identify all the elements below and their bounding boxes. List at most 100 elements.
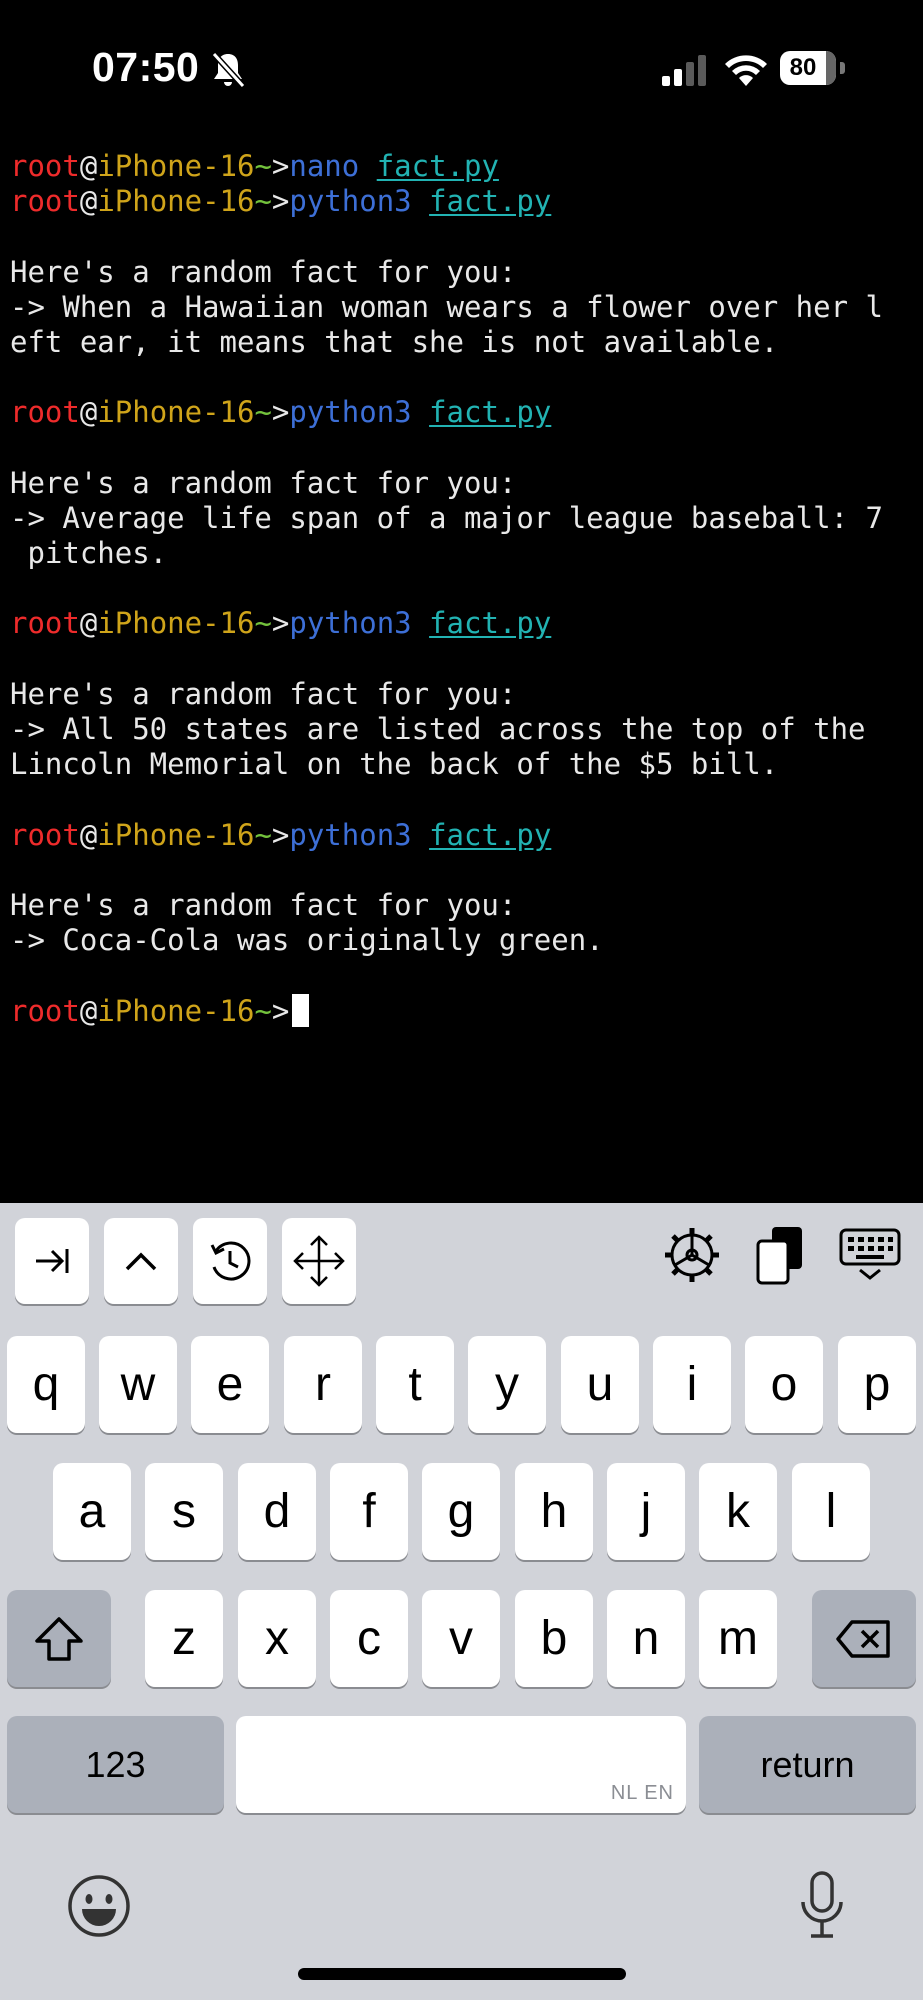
move-cursor-button[interactable] xyxy=(282,1218,356,1304)
key-v[interactable]: v xyxy=(422,1590,500,1687)
key-b[interactable]: b xyxy=(515,1590,593,1687)
terminal-output-line: pitches. xyxy=(10,536,168,571)
command: python3 xyxy=(289,184,412,219)
prompt-at: @ xyxy=(79,149,98,183)
key-g[interactable]: g xyxy=(422,1463,500,1560)
terminal-prompt-line: root@iPhone-16~>python3 fact.py xyxy=(10,395,915,430)
terminal-output-line: Here's a random fact for you: xyxy=(10,465,517,500)
key-p[interactable]: p xyxy=(838,1336,916,1433)
clipboard-icon[interactable] xyxy=(748,1223,812,1287)
numbers-key-label: 123 xyxy=(85,1743,146,1785)
key-o[interactable]: o xyxy=(745,1336,823,1433)
command-argument-link[interactable]: fact.py xyxy=(429,395,551,429)
key-n[interactable]: n xyxy=(607,1590,685,1687)
command-argument-link[interactable]: fact.py xyxy=(377,149,499,183)
backspace-icon xyxy=(836,1619,890,1658)
key-label: h xyxy=(540,1485,568,1538)
prompt-user: root xyxy=(10,993,80,1028)
battery-icon: 80 xyxy=(780,51,848,85)
key-i[interactable]: i xyxy=(653,1336,731,1433)
key-s[interactable]: s xyxy=(145,1463,223,1560)
prompt-host: iPhone-16 xyxy=(97,817,255,852)
key-a[interactable]: a xyxy=(53,1463,131,1560)
prompt-host: iPhone-16 xyxy=(97,184,255,219)
microphone-icon[interactable] xyxy=(797,1870,847,1942)
command: python3 xyxy=(289,817,412,852)
prompt-user: root xyxy=(10,184,80,219)
key-label: f xyxy=(362,1485,376,1538)
keyboard-area: q w e r t y u i o p a s d f g h j k l z … xyxy=(0,1203,923,2000)
key-label: d xyxy=(263,1485,291,1538)
command: python3 xyxy=(289,395,412,430)
prompt-user: root xyxy=(10,395,80,430)
terminal-output[interactable]: root@iPhone-16~>nano fact.py root@iPhone-… xyxy=(10,149,915,1029)
terminal-output-line: Lincoln Memorial on the back of the $5 b… xyxy=(10,747,779,782)
key-t[interactable]: t xyxy=(376,1336,454,1433)
prompt-path: ~ xyxy=(254,395,272,430)
key-label: m xyxy=(718,1612,758,1665)
key-q[interactable]: q xyxy=(7,1336,85,1433)
key-label: s xyxy=(172,1485,196,1538)
key-d[interactable]: d xyxy=(238,1463,316,1560)
prompt-path: ~ xyxy=(254,184,272,219)
control-key-button[interactable] xyxy=(104,1218,178,1304)
key-z[interactable]: z xyxy=(145,1590,223,1687)
terminal-output-line: Here's a random fact for you: xyxy=(10,254,517,289)
cellular-signal-icon xyxy=(662,55,706,86)
tab-key-button[interactable] xyxy=(15,1218,89,1304)
key-e[interactable]: e xyxy=(191,1336,269,1433)
prompt-host: iPhone-16 xyxy=(97,149,255,183)
key-h[interactable]: h xyxy=(515,1463,593,1560)
key-label: o xyxy=(770,1358,798,1411)
key-label: r xyxy=(315,1358,331,1411)
key-w[interactable]: w xyxy=(99,1336,177,1433)
key-f[interactable]: f xyxy=(330,1463,408,1560)
key-label: y xyxy=(495,1358,519,1411)
key-r[interactable]: r xyxy=(284,1336,362,1433)
key-label: v xyxy=(449,1612,473,1665)
return-key[interactable]: return xyxy=(699,1716,916,1813)
tab-icon xyxy=(36,1249,69,1273)
return-key-label: return xyxy=(760,1743,855,1785)
terminal-prompt-line: root@iPhone-16~>nano fact.py xyxy=(10,149,915,184)
prompt-symbol: > xyxy=(271,184,290,219)
key-c[interactable]: c xyxy=(330,1590,408,1687)
key-j[interactable]: j xyxy=(607,1463,685,1560)
prompt-at: @ xyxy=(79,606,98,641)
space-language-label: NL EN xyxy=(610,1782,674,1804)
settings-gear-icon[interactable] xyxy=(660,1223,724,1287)
home-indicator[interactable] xyxy=(298,1968,626,1980)
space-key[interactable]: NL EN xyxy=(236,1716,686,1813)
delete-key[interactable] xyxy=(812,1590,916,1687)
command-argument-link[interactable]: fact.py xyxy=(429,818,551,852)
command-argument-link[interactable]: fact.py xyxy=(429,606,551,640)
command: nano xyxy=(289,149,360,183)
key-label: i xyxy=(686,1358,698,1411)
key-x[interactable]: x xyxy=(238,1590,316,1687)
key-u[interactable]: u xyxy=(561,1336,639,1433)
prompt-symbol: > xyxy=(271,817,290,852)
key-y[interactable]: y xyxy=(468,1336,546,1433)
numbers-key[interactable]: 123 xyxy=(7,1716,224,1813)
prompt-host: iPhone-16 xyxy=(97,606,255,641)
key-label: g xyxy=(447,1485,475,1538)
key-m[interactable]: m xyxy=(699,1590,777,1687)
history-button[interactable] xyxy=(193,1218,267,1304)
key-k[interactable]: k xyxy=(699,1463,777,1560)
prompt-path: ~ xyxy=(254,149,272,183)
prompt-at: @ xyxy=(79,395,98,430)
key-label: k xyxy=(726,1485,750,1538)
terminal-prompt-line: root@iPhone-16~>python3 fact.py xyxy=(10,184,915,219)
command-argument-link[interactable]: fact.py xyxy=(429,184,551,218)
keyboard-dismiss-icon[interactable] xyxy=(838,1223,902,1287)
key-label: b xyxy=(540,1612,568,1665)
key-l[interactable]: l xyxy=(792,1463,870,1560)
emoji-icon[interactable] xyxy=(66,1873,132,1939)
prompt-at: @ xyxy=(79,184,98,219)
shift-key[interactable] xyxy=(7,1590,111,1687)
